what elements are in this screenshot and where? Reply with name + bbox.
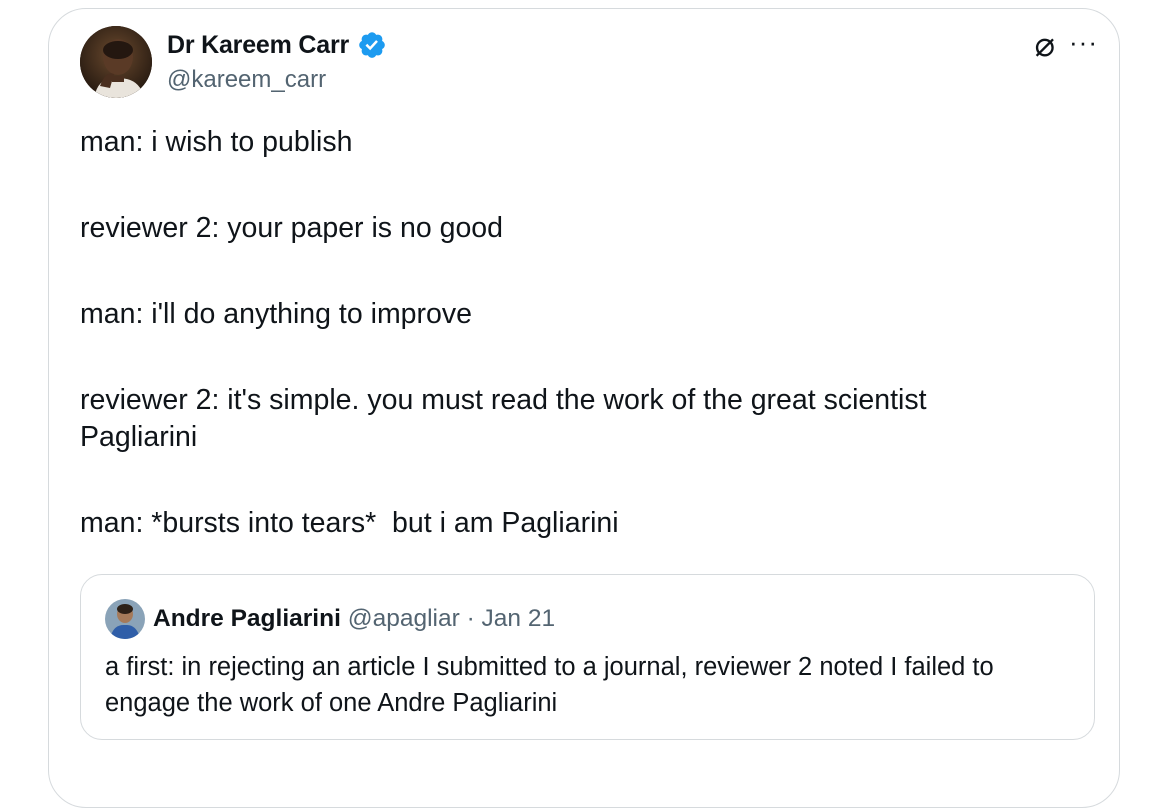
tweet-line: man: i'll do anything to improve (80, 298, 472, 330)
tweet-line: reviewer 2: it's simple. you must read t… (80, 384, 927, 453)
quoted-tweet-date[interactable]: Jan 21 (482, 605, 556, 632)
quoted-author-avatar[interactable] (105, 599, 145, 639)
author-avatar[interactable] (80, 26, 152, 98)
more-icon[interactable]: ··· (1069, 29, 1098, 55)
quoted-author-name[interactable]: Andre Pagliarini (153, 605, 341, 632)
author-handle[interactable]: @kareem_carr (167, 66, 326, 94)
tweet-line: man: i wish to publish (80, 126, 353, 158)
tweet-text: man: i wish to publish reviewer 2: your … (80, 124, 1080, 542)
tweet-line: reviewer 2: your paper is no good (80, 212, 503, 244)
meta-separator: · (466, 605, 475, 632)
tweet-line: man: *bursts into tears* but i am Paglia… (80, 507, 619, 539)
verified-badge-icon (359, 32, 385, 58)
quoted-author-handle[interactable]: @apagliar (348, 605, 460, 632)
quoted-tweet-text: a first: in rejecting an article I submi… (105, 653, 994, 717)
slashed-circle-icon[interactable]: ⌀ (1035, 28, 1055, 62)
quoted-tweet[interactable]: Andre Pagliarini @apagliar · Jan 21 a fi… (80, 574, 1095, 740)
author-display-name[interactable]: Dr Kareem Carr (167, 31, 349, 60)
